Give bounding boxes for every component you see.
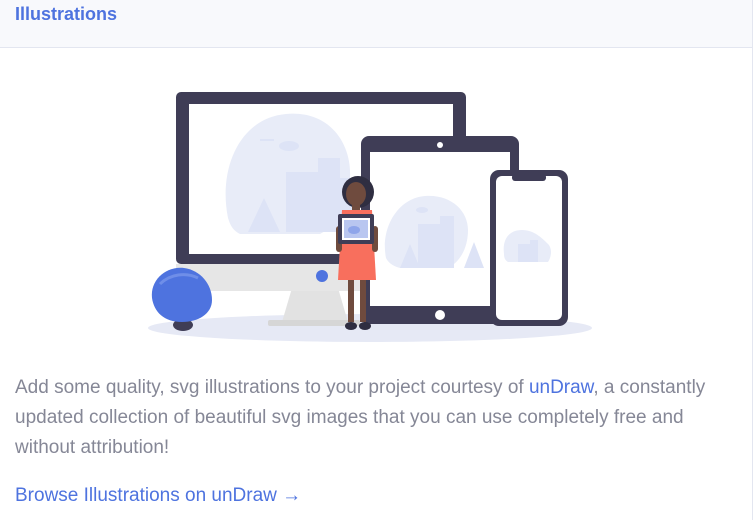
card-description: Add some quality, svg illustrations to y… [15, 373, 715, 463]
tablet-home-button [435, 310, 445, 320]
monitor-stand [282, 288, 348, 322]
devices-illustration [148, 92, 592, 342]
card-header: Illustrations [0, 0, 752, 48]
browse-illustrations-link[interactable]: Browse Illustrations on unDraw → [15, 484, 301, 508]
blue-dot [316, 270, 328, 282]
undraw-link[interactable]: unDraw [529, 377, 593, 398]
card-title: Illustrations [15, 4, 118, 24]
illustrations-card: Illustrations Add some quality, svg illu… [0, 0, 753, 520]
phone-building [518, 244, 530, 262]
phone-building-2 [530, 240, 538, 262]
tablet-cloud [416, 207, 428, 213]
tablet-camera [437, 142, 443, 148]
monitor-cloud [279, 141, 299, 151]
phone-notch [512, 174, 546, 181]
description-text-start: Add some quality, svg illustrations to y… [15, 377, 529, 398]
